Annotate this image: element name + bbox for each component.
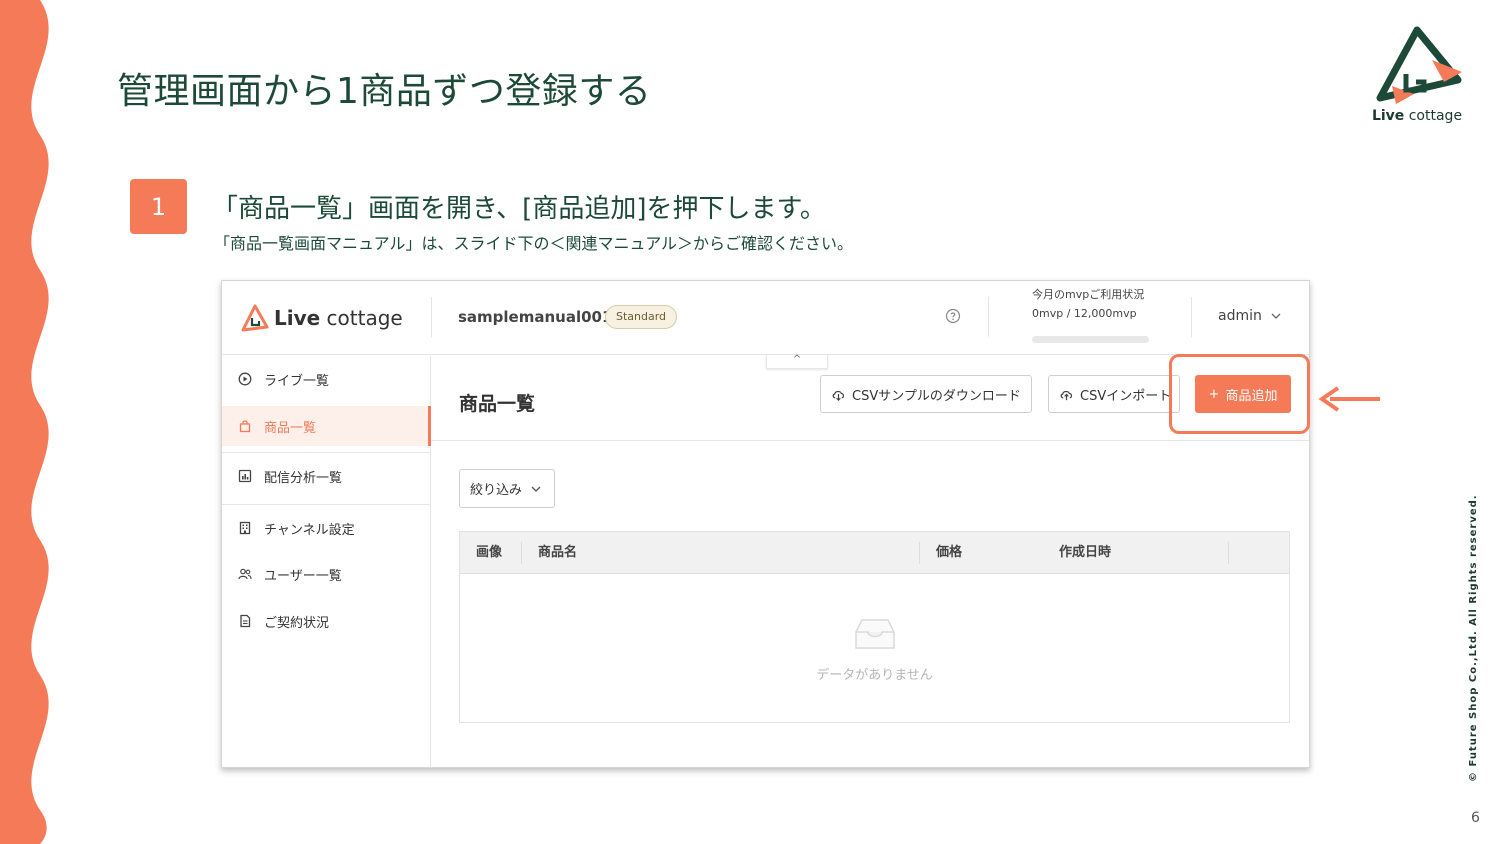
column-header-created[interactable]: 作成日時 bbox=[1059, 532, 1111, 574]
header-divider bbox=[431, 297, 432, 337]
column-divider bbox=[1228, 542, 1229, 564]
usage-title: 今月のmvpご利用状況 bbox=[1032, 288, 1145, 301]
brand-logo-icon bbox=[1376, 26, 1462, 104]
step-number-badge: 1 bbox=[130, 179, 187, 234]
users-icon bbox=[238, 568, 252, 580]
column-divider bbox=[919, 542, 920, 564]
column-header-name[interactable]: 商品名 bbox=[538, 532, 577, 574]
admin-menu[interactable]: admin bbox=[1218, 308, 1282, 324]
sidebar-item-label: 配信分析一覧 bbox=[264, 470, 343, 486]
empty-state-text: データがありません bbox=[816, 668, 933, 683]
decorative-wave bbox=[0, 0, 49, 844]
sidebar-divider bbox=[222, 504, 431, 505]
app-logo-icon bbox=[241, 304, 269, 332]
app-screenshot: Live cottage samplemanual001 Standard 今月… bbox=[221, 280, 1310, 768]
copyright-text: © Future Shop Co.,Ltd. All Rights reserv… bbox=[1468, 494, 1479, 782]
highlight-box bbox=[1169, 354, 1310, 434]
play-circle-icon bbox=[238, 372, 252, 386]
step-heading: 「商品一覧」画面を開き、[商品追加]を押下します。 bbox=[212, 194, 826, 224]
sidebar-item-contract[interactable]: ご契約状況 bbox=[222, 601, 431, 641]
account-name: samplemanual001 bbox=[458, 308, 613, 326]
sidebar-item-label: 商品一覧 bbox=[264, 420, 317, 436]
page-number: 6 bbox=[1471, 810, 1480, 826]
sidebar-item-users[interactable]: ユーザー一覧 bbox=[222, 554, 431, 594]
sidebar-item-products[interactable]: 商品一覧 bbox=[222, 406, 431, 446]
chart-icon bbox=[238, 469, 252, 483]
brand-logo: Live cottage bbox=[1362, 24, 1472, 129]
column-header-image[interactable]: 画像 bbox=[476, 532, 502, 574]
admin-label: admin bbox=[1218, 308, 1262, 324]
column-header-price[interactable]: 価格 bbox=[936, 532, 962, 574]
app-header: Live cottage samplemanual001 Standard 今月… bbox=[222, 281, 1309, 355]
table-header: 画像 商品名 価格 作成日時 bbox=[460, 532, 1289, 574]
empty-inbox-icon bbox=[855, 619, 895, 649]
csv-import-button[interactable]: CSVインポート bbox=[1048, 375, 1180, 413]
document-icon bbox=[240, 614, 251, 628]
usage-value: 0mvp / 12,000mvp bbox=[1032, 307, 1137, 320]
sidebar-item-label: チャンネル設定 bbox=[264, 522, 355, 538]
sidebar-item-label: ライブ一覧 bbox=[264, 373, 330, 389]
products-table: 画像 商品名 価格 作成日時 データがありません bbox=[459, 531, 1290, 723]
sidebar-item-label: ユーザー一覧 bbox=[264, 568, 342, 584]
sidebar-divider bbox=[222, 452, 431, 453]
sidebar-item-label: ご契約状況 bbox=[264, 615, 330, 631]
header-collapse-toggle[interactable]: ^ bbox=[766, 355, 828, 369]
sidebar-item-live-list[interactable]: ライブ一覧 bbox=[222, 359, 431, 399]
chevron-down-icon bbox=[1271, 313, 1281, 319]
column-divider bbox=[521, 542, 522, 564]
cloud-upload-icon bbox=[1060, 390, 1073, 400]
sidebar-item-channel-settings[interactable]: チャンネル設定 bbox=[222, 508, 431, 548]
step-subtext: 「商品一覧画面マニュアル」は、スライド下の＜関連マニュアル＞からご確認ください。 bbox=[214, 234, 854, 253]
main-divider bbox=[432, 440, 1309, 441]
building-icon bbox=[239, 521, 251, 535]
pointer-arrow-icon bbox=[1318, 386, 1380, 412]
question-circle-icon[interactable] bbox=[945, 308, 961, 324]
usage-progress-bar bbox=[1032, 336, 1149, 343]
slide-title: 管理画面から1商品ずつ登録する bbox=[117, 71, 652, 112]
sidebar-item-analytics[interactable]: 配信分析一覧 bbox=[222, 456, 431, 496]
sidebar: ライブ一覧 商品一覧 配信分析一覧 チャンネル設定 ユーザー一覧 ご契約状況 bbox=[222, 356, 431, 768]
chevron-down-icon bbox=[531, 486, 541, 492]
page-title: 商品一覧 bbox=[459, 393, 536, 415]
app-logo[interactable]: Live cottage bbox=[240, 303, 403, 333]
filter-dropdown[interactable]: 絞り込み bbox=[459, 469, 555, 508]
cloud-download-icon bbox=[832, 390, 845, 401]
shopping-bag-icon bbox=[239, 420, 251, 433]
plan-badge: Standard bbox=[605, 305, 678, 329]
csv-sample-download-button[interactable]: CSVサンプルのダウンロード bbox=[820, 375, 1032, 413]
header-divider bbox=[1191, 297, 1192, 337]
header-divider bbox=[988, 297, 989, 337]
